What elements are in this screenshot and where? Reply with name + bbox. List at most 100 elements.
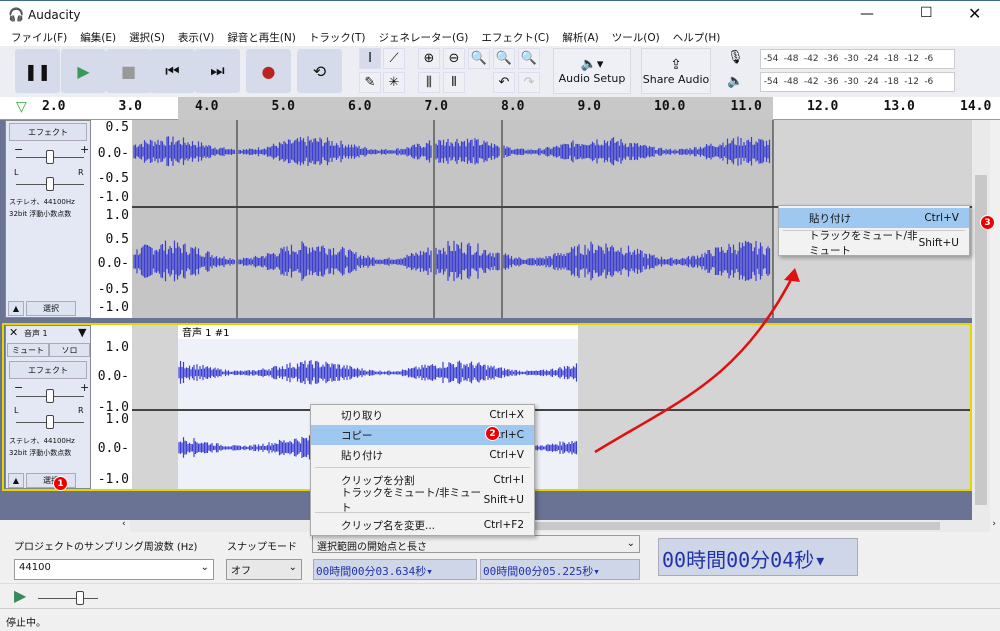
multi-tool-icon[interactable]: ✳ bbox=[383, 72, 405, 93]
audio-position-time[interactable]: 00時間00分04秒▾ bbox=[658, 538, 858, 576]
draw-tool-icon[interactable]: ✎ bbox=[359, 72, 381, 93]
close-track-icon[interactable]: ✕ bbox=[9, 326, 18, 339]
select-button[interactable]: 選択 bbox=[26, 301, 76, 316]
track-2-panel: ✕ 音声 1 ▼ ミュート ソロ エフェクト − + L R ステレオ、4410… bbox=[5, 325, 91, 489]
gain-minus-label: − bbox=[14, 381, 24, 394]
menu-item[interactable]: 切り取り Ctrl+X bbox=[311, 405, 534, 425]
menu-item[interactable]: ファイル(F) bbox=[6, 28, 72, 46]
recording-meter[interactable]: -54 -48 -42 -36 -30 -24 -18 -12 -6 bbox=[760, 49, 955, 69]
ruler-tick: 14.0 bbox=[960, 99, 992, 114]
maximize-button[interactable]: ☐ bbox=[920, 5, 933, 21]
rate-dropdown[interactable]: 44100 ⌄ bbox=[14, 559, 214, 580]
menu-item[interactable]: ヘルプ(H) bbox=[668, 28, 726, 46]
select-button[interactable]: 選択 bbox=[26, 473, 76, 488]
status-bar: 停止中。 bbox=[0, 608, 1000, 631]
effect-button[interactable]: エフェクト bbox=[9, 361, 87, 379]
collapse-icon[interactable]: ▲ bbox=[8, 301, 24, 316]
pause-button[interactable]: ❚❚ bbox=[15, 49, 60, 93]
skip-start-button[interactable]: ⏮ bbox=[150, 49, 195, 93]
minimize-button[interactable]: — bbox=[860, 6, 874, 22]
effect-button[interactable]: エフェクト bbox=[9, 123, 87, 141]
menu-item[interactable]: トラックをミュート/非ミュート Shift+U bbox=[311, 487, 534, 514]
zoom-in-icon[interactable]: ⊕ bbox=[418, 48, 440, 69]
selection-length-time[interactable]: 00時間00分05.225秒▾ bbox=[480, 559, 640, 580]
record-button[interactable]: ● bbox=[246, 49, 291, 93]
track-1-scale: 0.5 0.0- -0.5 -1.0 1.0 0.5 0.0- -0.5 -1.0 bbox=[91, 120, 133, 318]
track-2-waveform[interactable]: 音声 1 #1 bbox=[132, 325, 970, 489]
gain-slider[interactable] bbox=[16, 389, 84, 403]
speed-slider[interactable] bbox=[38, 591, 98, 605]
snap-dropdown[interactable]: オフ ⌄ bbox=[226, 559, 302, 580]
clip-header bbox=[178, 325, 578, 339]
silence-audio-icon[interactable]: ⫴ bbox=[443, 72, 465, 93]
pan-slider[interactable] bbox=[16, 415, 84, 429]
menu-bar: ファイル(F) 編集(E) 選択(S) 表示(V) 録音と再生(N) トラック(T) ジェネ… bbox=[0, 28, 1000, 46]
selection-start-time[interactable]: 00時間00分03.634秒▾ bbox=[313, 559, 477, 580]
menu-item[interactable]: ツール(O) bbox=[607, 28, 665, 46]
share-icon: ⇪ bbox=[670, 56, 682, 73]
menu-item[interactable]: コピー Ctrl+C bbox=[311, 425, 534, 445]
selection-toolbar: プロジェクトのサンプリング周波数 (Hz) スナップモード 選択範囲の開始点と長… bbox=[0, 532, 1000, 631]
play-head-icon[interactable]: ▽ bbox=[16, 99, 27, 115]
menu-item[interactable]: 録音と再生(N) bbox=[222, 28, 301, 46]
menu-item[interactable]: 表示(V) bbox=[173, 28, 219, 46]
menu-item[interactable]: 選択(S) bbox=[124, 28, 170, 46]
collapse-icon[interactable]: ▲ bbox=[8, 473, 24, 488]
menu-item[interactable]: クリップ名を変更... Ctrl+F2 bbox=[311, 515, 534, 535]
scale-label: 0.0- bbox=[97, 146, 129, 161]
menu-item[interactable]: 貼り付け Ctrl+V bbox=[311, 445, 534, 465]
mute-button[interactable]: ミュート bbox=[7, 343, 49, 357]
redo-icon[interactable]: ↷ bbox=[518, 72, 540, 93]
menu-item[interactable]: エフェクト(C) bbox=[476, 28, 554, 46]
share-audio-button[interactable]: ⇪ Share Audio bbox=[641, 48, 711, 94]
play-button[interactable]: ▶ bbox=[61, 49, 106, 93]
zoom-out-icon[interactable]: ⊖ bbox=[443, 48, 465, 69]
toolbar: ❚❚ ▶ ■ ⏮ ⏭ ● ⟲ I ⟋ ✎ ✳ ⊕ ⊖ 🔍 🔍 🔍 ⫼ ⫴ ↶ ↷… bbox=[0, 46, 1000, 98]
undo-icon[interactable]: ↶ bbox=[493, 72, 515, 93]
zoom-toggle-icon[interactable]: 🔍 bbox=[518, 48, 540, 69]
stop-button[interactable]: ■ bbox=[106, 49, 151, 93]
fit-selection-icon[interactable]: 🔍 bbox=[468, 48, 490, 69]
trim-audio-icon[interactable]: ⫼ bbox=[418, 72, 440, 93]
meter-tick: -18 bbox=[884, 54, 899, 64]
length-value: 00時間00分05.225秒 bbox=[483, 565, 594, 578]
solo-button[interactable]: ソロ bbox=[49, 343, 90, 357]
play-at-speed-button[interactable]: ▶ bbox=[14, 586, 26, 605]
menu-item-shortcut: Ctrl+I bbox=[493, 474, 524, 486]
playback-meter[interactable]: -54 -48 -42 -36 -30 -24 -18 -12 -6 bbox=[760, 72, 955, 92]
ruler-tick: 4.0 bbox=[195, 99, 219, 114]
scale-label: -0.5 bbox=[97, 171, 129, 186]
playback-speaker-icon[interactable]: 🔈 bbox=[727, 74, 743, 89]
ruler-tick: 7.0 bbox=[424, 99, 448, 114]
menu-item[interactable]: トラック(T) bbox=[304, 28, 371, 46]
menu-item-shortcut: Ctrl+V bbox=[924, 212, 959, 224]
menu-item[interactable]: トラックをミュート/非ミュート Shift+U bbox=[779, 230, 969, 257]
scale-label: 0.5 bbox=[105, 232, 129, 247]
menu-item[interactable]: 編集(E) bbox=[75, 28, 121, 46]
menu-item-label: 貼り付け bbox=[809, 212, 851, 225]
skip-end-button[interactable]: ⏭ bbox=[195, 49, 240, 93]
meter-tick: -54 bbox=[763, 54, 779, 64]
menu-item[interactable]: ジェネレーター(G) bbox=[373, 28, 473, 46]
rate-label: プロジェクトのサンプリング周波数 (Hz) bbox=[14, 542, 198, 553]
microphone-icon[interactable]: 🎙 bbox=[727, 50, 744, 65]
track-name[interactable]: 音声 1 bbox=[24, 328, 48, 339]
pan-slider[interactable] bbox=[16, 177, 84, 191]
meter-tick: -12 bbox=[904, 54, 919, 64]
track-menu-icon[interactable]: ▼ bbox=[78, 326, 86, 339]
close-button[interactable]: ✕ bbox=[968, 4, 981, 23]
menu-item[interactable]: 貼り付け Ctrl+V bbox=[779, 208, 969, 228]
vertical-scrollbar[interactable] bbox=[972, 120, 990, 520]
gain-slider[interactable] bbox=[16, 150, 84, 164]
loop-button[interactable]: ⟲ bbox=[297, 49, 342, 93]
meter-tick: -54 bbox=[763, 77, 779, 87]
menu-item[interactable]: 解析(A) bbox=[557, 28, 603, 46]
audio-setup-button[interactable]: 🔈▾ Audio Setup bbox=[553, 48, 631, 94]
envelope-tool-icon[interactable]: ⟋ bbox=[383, 48, 405, 69]
meter-tick: -6 bbox=[924, 54, 934, 64]
selection-mode-dropdown[interactable]: 選択範囲の開始点と長さ ⌄ bbox=[312, 535, 640, 553]
timeline-ruler[interactable]: ▽ 2.0 3.0 4.0 5.0 6.0 7.0 8.0 9.0 10.0 11.0 12.0 13… bbox=[0, 97, 1000, 120]
fit-project-icon[interactable]: 🔍 bbox=[493, 48, 515, 69]
selection-tool-icon[interactable]: I bbox=[359, 48, 381, 69]
horizontal-scrollbar[interactable]: ‹ › bbox=[122, 519, 996, 532]
